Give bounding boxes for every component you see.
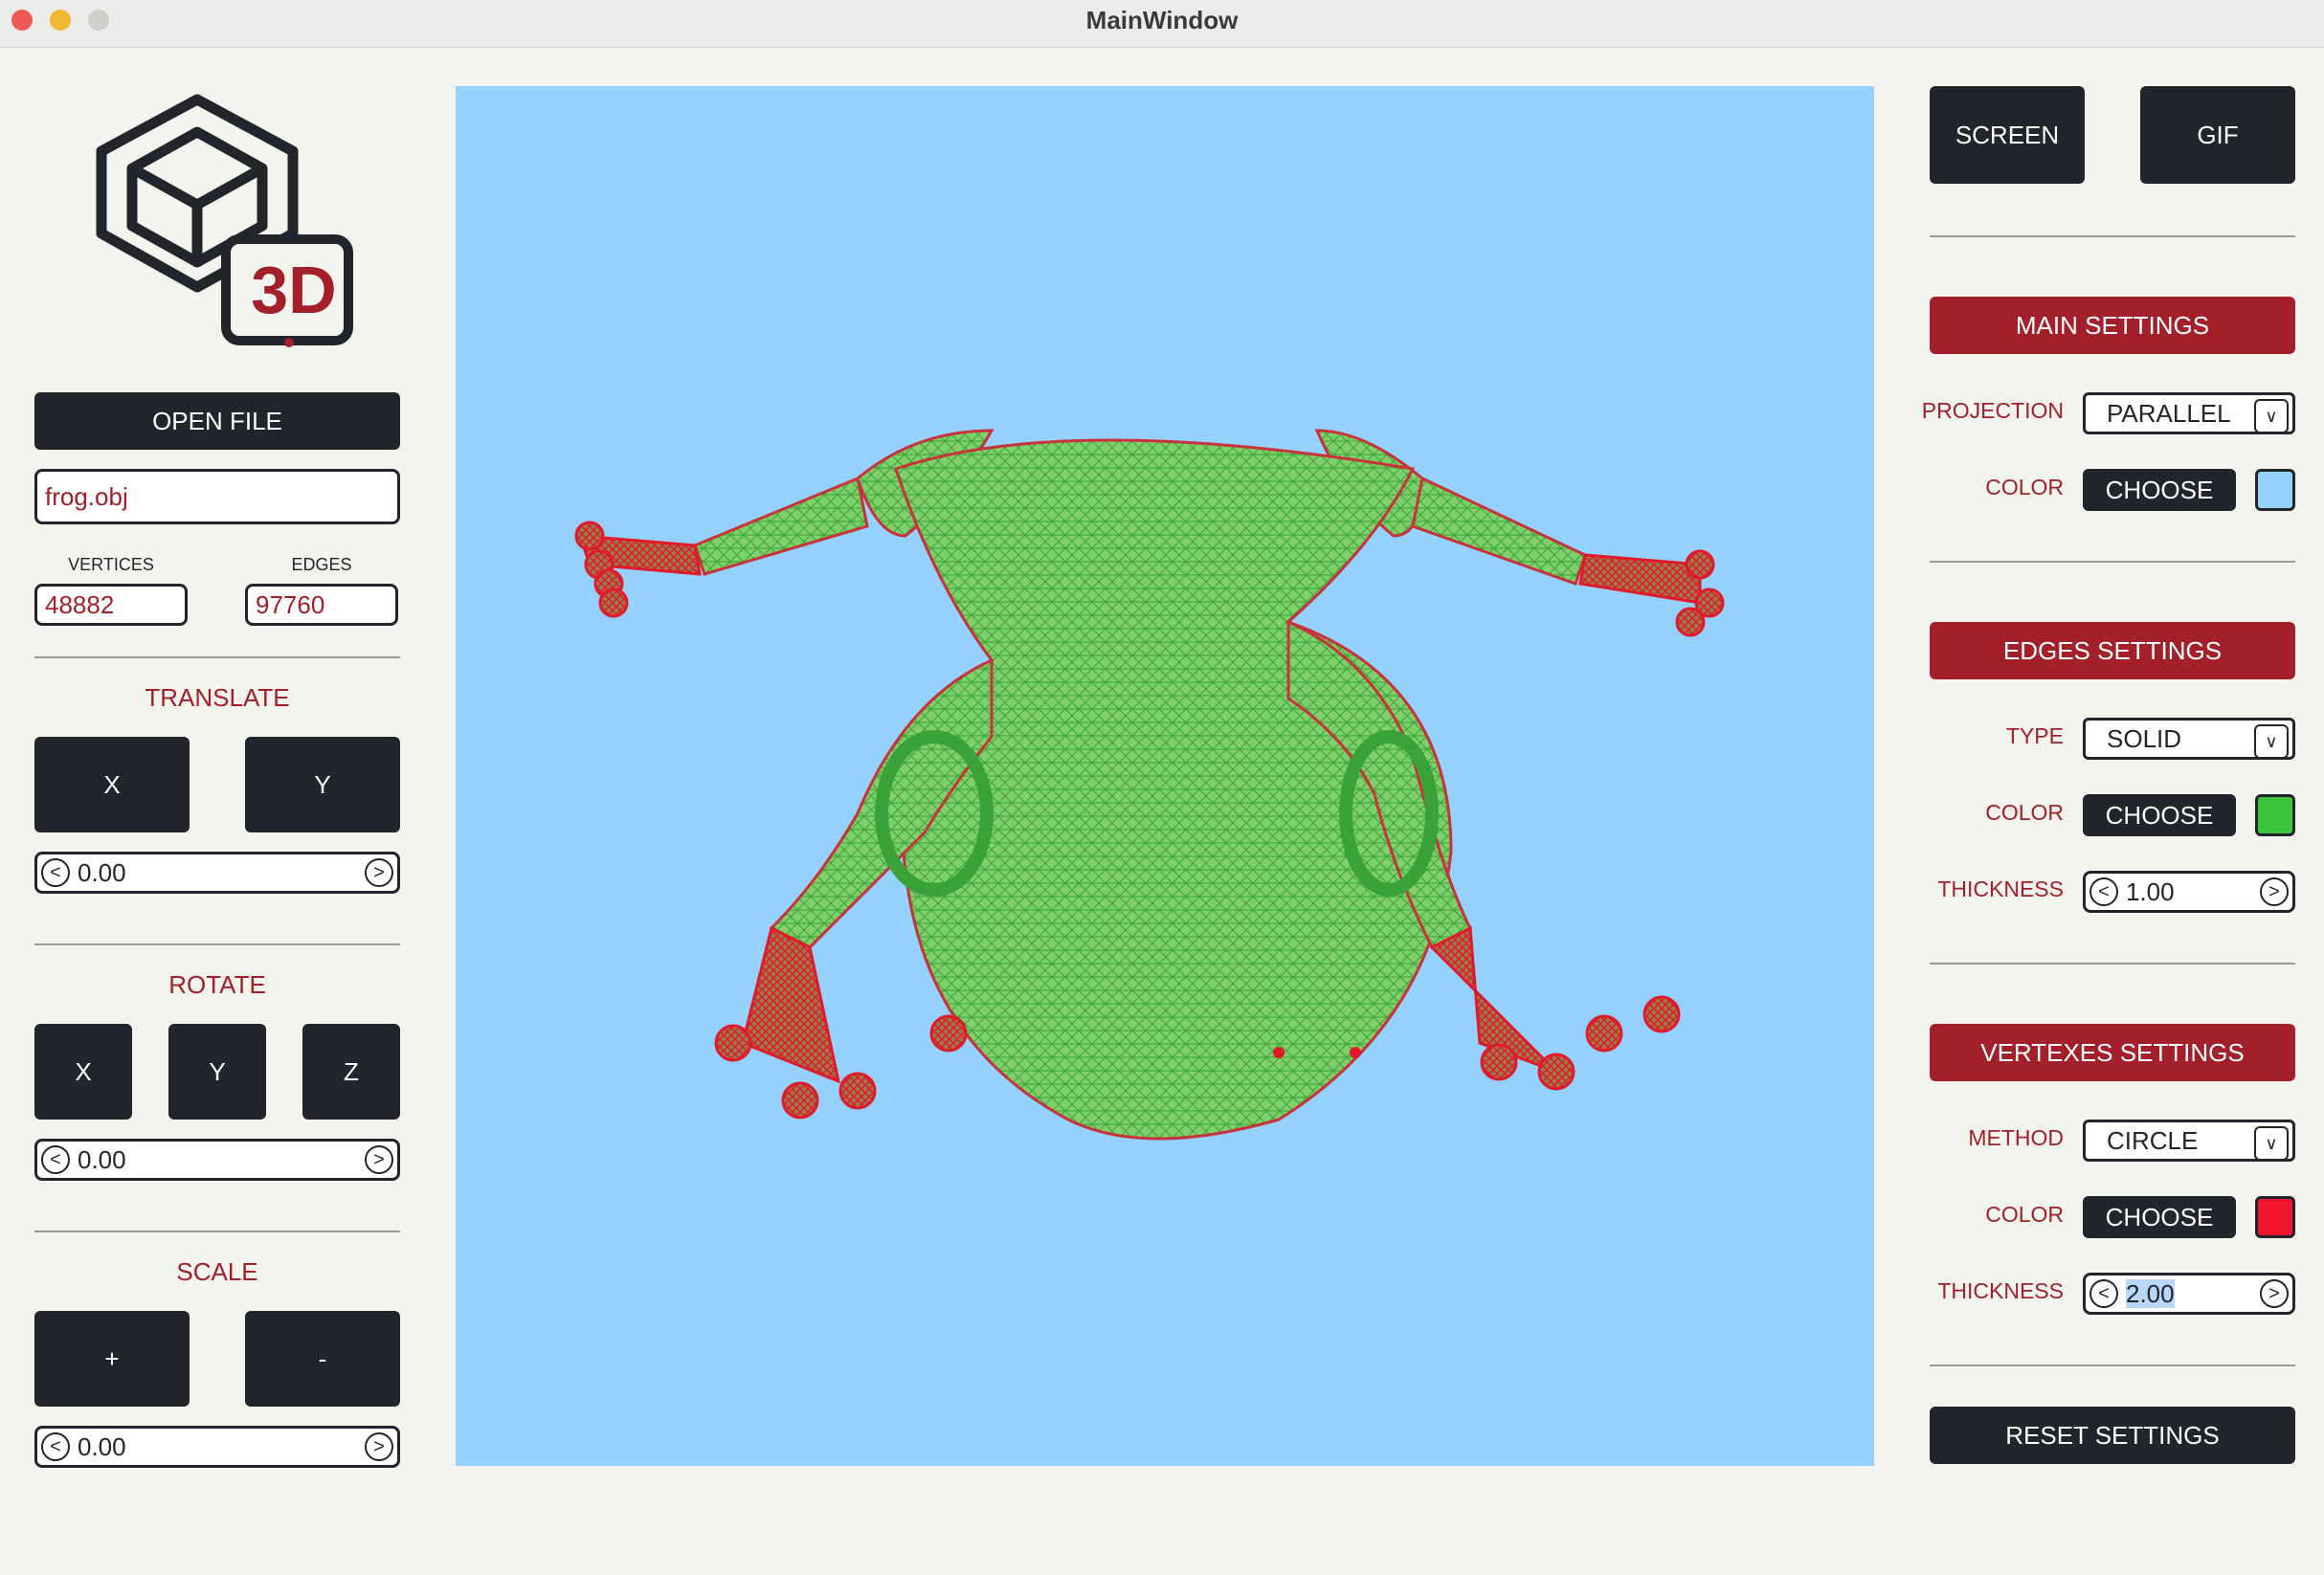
- divider: [34, 1231, 400, 1232]
- translate-x-button[interactable]: X: [34, 737, 190, 832]
- vertex-thickness-label: THICKNESS: [1937, 1278, 2064, 1303]
- arrow-right-icon[interactable]: >: [365, 858, 393, 887]
- vertex-method-select[interactable]: CIRCLE ∨: [2083, 1120, 2295, 1162]
- edge-color-swatch[interactable]: [2255, 794, 2295, 836]
- divider: [1930, 235, 2295, 237]
- filename-field: frog.obj: [34, 469, 400, 524]
- divider: [1930, 963, 2295, 965]
- scale-value[interactable]: 0.00: [74, 1432, 361, 1462]
- window-title: MainWindow: [1085, 6, 1239, 34]
- arrow-left-icon[interactable]: <: [41, 1145, 70, 1174]
- background-color-label: COLOR: [1985, 475, 2064, 499]
- edges-settings-header[interactable]: EDGES SETTINGS: [1930, 622, 2295, 679]
- translate-title: TRANSLATE: [145, 683, 290, 712]
- reset-settings-button[interactable]: RESET SETTINGS: [1930, 1407, 2295, 1464]
- arrow-left-icon[interactable]: <: [2089, 877, 2118, 906]
- rotate-value-spinbox[interactable]: < 0.00 >: [34, 1139, 400, 1181]
- arrow-right-icon[interactable]: >: [365, 1432, 393, 1461]
- vertex-color-swatch[interactable]: [2255, 1196, 2295, 1238]
- projection-value: PARALLEL: [2107, 398, 2231, 428]
- translate-value-spinbox[interactable]: < 0.00 >: [34, 852, 400, 894]
- scale-plus-button[interactable]: +: [34, 1311, 190, 1407]
- arrow-right-icon[interactable]: >: [2260, 1279, 2289, 1308]
- edge-color-label: COLOR: [1985, 800, 2064, 825]
- divider: [1930, 1364, 2295, 1366]
- chevron-down-icon: ∨: [2254, 724, 2289, 759]
- open-file-button[interactable]: OPEN FILE: [34, 392, 400, 450]
- background-color-swatch[interactable]: [2255, 469, 2295, 511]
- rotate-value[interactable]: 0.00: [74, 1145, 361, 1175]
- frog-model: [574, 429, 1725, 1141]
- divider: [34, 943, 400, 945]
- edges-count-field: 97760: [245, 584, 398, 626]
- vertex-method-label: METHOD: [1968, 1125, 2064, 1150]
- translate-value[interactable]: 0.00: [74, 858, 361, 888]
- rotate-y-button[interactable]: Y: [168, 1024, 266, 1120]
- chevron-down-icon: ∨: [2254, 399, 2289, 433]
- arrow-left-icon[interactable]: <: [41, 858, 70, 887]
- edge-thickness-label: THICKNESS: [1937, 876, 2064, 901]
- vertex-thickness-value[interactable]: 2.00: [2122, 1278, 2256, 1309]
- rotate-title: ROTATE: [168, 970, 266, 999]
- vertices-label: VERTICES: [68, 555, 154, 574]
- scale-value-spinbox[interactable]: < 0.00 >: [34, 1426, 400, 1468]
- vertex-thickness-spinbox[interactable]: < 2.00 >: [2083, 1273, 2295, 1315]
- rotate-z-button[interactable]: Z: [302, 1024, 400, 1120]
- projection-select[interactable]: PARALLEL ∨: [2083, 392, 2295, 434]
- arrow-left-icon[interactable]: <: [2089, 1279, 2118, 1308]
- edge-choose-button[interactable]: CHOOSE: [2083, 794, 2236, 836]
- arrow-right-icon[interactable]: >: [365, 1145, 393, 1174]
- arrow-left-icon[interactable]: <: [41, 1432, 70, 1461]
- logo-badge-text: 3D: [251, 253, 337, 327]
- chevron-down-icon: ∨: [2254, 1126, 2289, 1161]
- projection-label: PROJECTION: [1921, 398, 2064, 423]
- arrow-right-icon[interactable]: >: [2260, 877, 2289, 906]
- background-choose-button[interactable]: CHOOSE: [2083, 469, 2236, 511]
- scale-minus-button[interactable]: -: [245, 1311, 400, 1407]
- 3d-viewport[interactable]: [456, 86, 1874, 1466]
- vertices-count-field: 48882: [34, 584, 188, 626]
- edge-type-label: TYPE: [2005, 723, 2064, 748]
- divider: [34, 656, 400, 658]
- vertex-choose-button[interactable]: CHOOSE: [2083, 1196, 2236, 1238]
- edge-thickness-value[interactable]: 1.00: [2122, 877, 2256, 907]
- edge-type-select[interactable]: SOLID ∨: [2083, 718, 2295, 760]
- screenshot-button[interactable]: SCREEN: [1930, 86, 2085, 184]
- vertex-method-value: CIRCLE: [2107, 1125, 2199, 1155]
- scale-title: SCALE: [176, 1257, 258, 1286]
- gif-button[interactable]: GIF: [2140, 86, 2295, 184]
- translate-y-button[interactable]: Y: [245, 737, 400, 832]
- main-settings-header[interactable]: MAIN SETTINGS: [1930, 297, 2295, 354]
- rotate-x-button[interactable]: X: [34, 1024, 132, 1120]
- vertex-color-label: COLOR: [1985, 1202, 2064, 1227]
- edge-type-value: SOLID: [2107, 723, 2182, 753]
- edge-thickness-spinbox[interactable]: < 1.00 >: [2083, 871, 2295, 913]
- divider: [1930, 561, 2295, 563]
- edges-label: EDGES: [291, 555, 352, 574]
- vertex-thickness-selected-text[interactable]: 2.00: [2126, 1278, 2175, 1308]
- vertexes-settings-header[interactable]: VERTEXES SETTINGS: [1930, 1024, 2295, 1081]
